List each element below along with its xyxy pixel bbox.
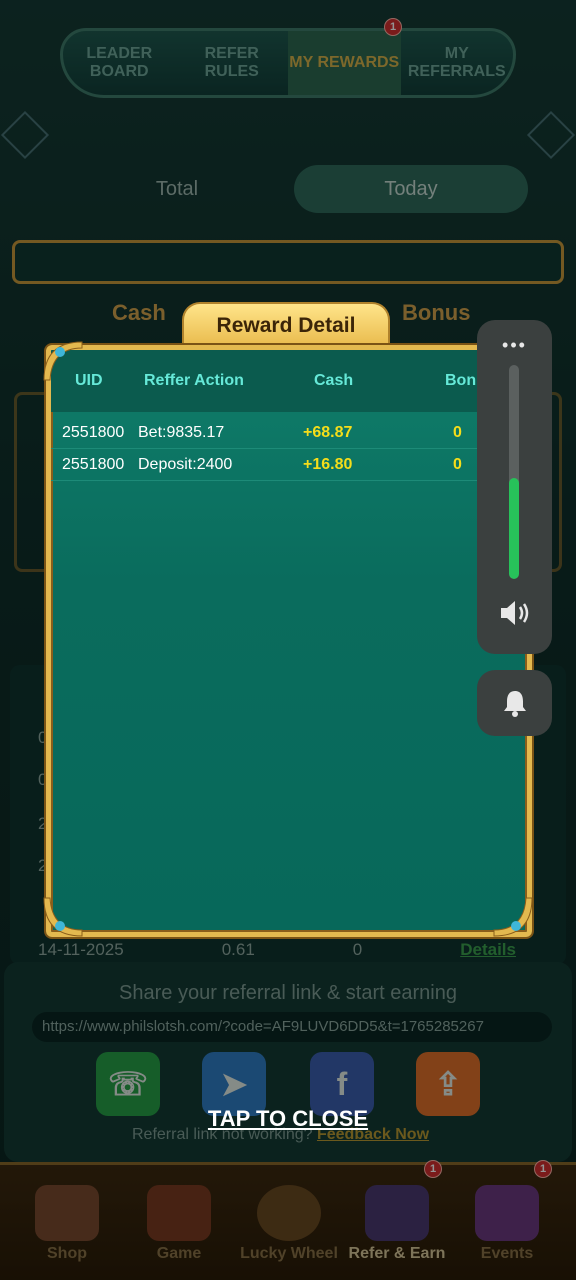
volume-slider[interactable] [509,365,519,579]
table-row: 2551800 Deposit:2400 +16.80 0 [51,449,527,481]
corner-ornament-icon [43,341,83,381]
bell-icon [503,691,526,717]
volume-panel: ••• [477,320,552,654]
speaker-icon[interactable] [497,598,533,628]
row-action: Deposit:2400 [138,456,233,473]
corner-ornament-icon [493,897,533,937]
corner-ornament-icon [43,897,83,937]
header-cash: Cash [314,372,354,389]
modal-title: Reward Detail [182,302,390,348]
row-cash: +68.87 [303,424,353,441]
more-dots-icon[interactable]: ••• [477,336,552,354]
header-action: Reffer Action [144,372,244,389]
reward-detail-modal: UID Reffer Action Cash Bonus 2551800 Bet… [46,345,532,937]
volume-level [509,478,519,579]
table-header: UID Reffer Action Cash Bonus [51,350,527,412]
row-uid: 2551800 [62,424,125,441]
row-bonus: 0 [453,424,462,441]
ringer-mode-button[interactable] [477,670,552,736]
row-cash: +16.80 [303,456,353,473]
table-row: 2551800 Bet:9835.17 +68.87 0 [51,417,527,449]
row-uid: 2551800 [62,456,125,473]
row-bonus: 0 [453,456,462,473]
row-action: Bet:9835.17 [138,424,225,441]
tap-to-close-button[interactable]: TAP TO CLOSE [0,1106,576,1132]
